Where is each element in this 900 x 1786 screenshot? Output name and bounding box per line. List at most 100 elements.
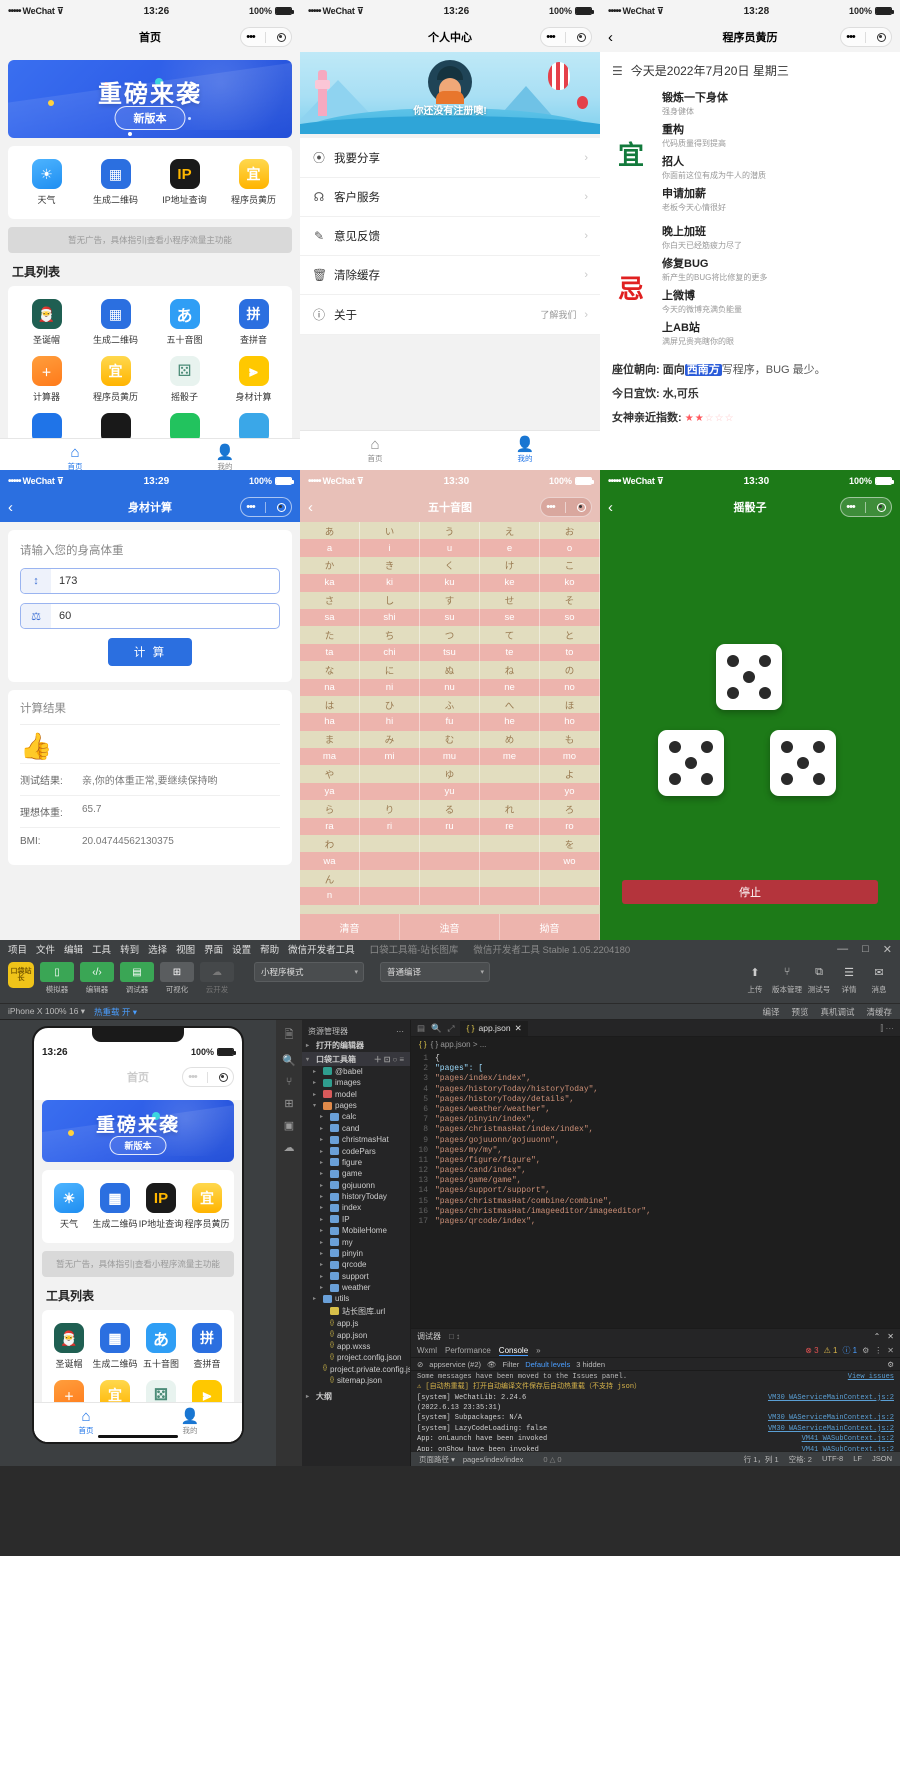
kana-cell[interactable]: ち [360, 626, 420, 643]
menu-item-clear-cache[interactable]: 🗑清除缓存› [300, 256, 600, 295]
kana-cell[interactable]: wo [540, 852, 600, 869]
chevron-right-icon[interactable]: ▸ [320, 1261, 327, 1268]
quick-item-weather[interactable]: ☀天气 [12, 154, 81, 211]
capsule-menu[interactable]: ••• [540, 27, 592, 47]
kana-cell[interactable]: u [420, 539, 480, 556]
kana-cell[interactable]: chi [360, 644, 420, 661]
compile-select[interactable]: 普通编译 [380, 962, 490, 982]
kana-cell[interactable]: む [420, 731, 480, 748]
chevron-right-icon[interactable]: ▸ [320, 1239, 327, 1246]
kana-cell[interactable]: え [480, 522, 540, 539]
menu-item-about[interactable]: ⓘ关于了解我们› [300, 295, 600, 335]
encoding[interactable]: UTF-8 [822, 1454, 843, 1465]
back-button[interactable]: ‹ [308, 500, 313, 515]
cursor-position[interactable]: 行 1，列 1 [744, 1454, 779, 1465]
chevron-right-icon[interactable]: ▸ [320, 1273, 327, 1280]
menu-devtools[interactable]: 微信开发者工具 [288, 942, 355, 956]
kana-cell[interactable]: su [420, 609, 480, 626]
kana-tab-yoon[interactable]: 拗音 [500, 914, 600, 940]
kana-cell[interactable]: i [360, 539, 420, 556]
kana-cell[interactable]: ほ [540, 696, 600, 713]
kana-cell[interactable]: わ [300, 835, 360, 852]
more-icon[interactable]: ··· [396, 1027, 404, 1036]
tree-file[interactable]: {}sitemap.json [302, 1375, 410, 1386]
close-target-icon[interactable] [277, 33, 286, 42]
kana-cell[interactable]: ふ [420, 696, 480, 713]
kana-cell[interactable]: く [420, 557, 480, 574]
kana-cell[interactable]: sa [300, 609, 360, 626]
kana-cell[interactable] [480, 783, 540, 800]
kana-cell[interactable] [480, 765, 540, 782]
kana-cell[interactable]: ろ [540, 800, 600, 817]
language-mode[interactable]: JSON [872, 1454, 892, 1465]
more-icon[interactable]: ⋮ [874, 1346, 882, 1355]
kana-cell[interactable]: か [300, 557, 360, 574]
kana-cell[interactable]: te [480, 644, 540, 661]
message-source[interactable]: View issues [848, 1372, 894, 1382]
kana-cell[interactable]: ha [300, 713, 360, 730]
capsule-menu[interactable]: ••• [840, 27, 892, 47]
more-icon[interactable]: ••• [546, 32, 555, 43]
promo-banner[interactable]: 重磅来袭 新版本 [42, 1100, 234, 1162]
kana-cell[interactable]: ni [360, 679, 420, 696]
kana-cell[interactable]: り [360, 800, 420, 817]
kana-cell[interactable]: の [540, 661, 600, 678]
tool-item-calendar[interactable]: 宜程序员黄历 [81, 351, 150, 408]
upload-action[interactable]: ⬆上传 [742, 962, 768, 995]
kana-cell[interactable]: hi [360, 713, 420, 730]
kana-cell[interactable]: て [480, 626, 540, 643]
kana-cell[interactable]: so [540, 609, 600, 626]
kana-cell[interactable]: よ [540, 765, 600, 782]
quick-item-qrcode[interactable]: ▦生成二维码 [81, 154, 150, 211]
line-ending[interactable]: LF [853, 1454, 862, 1465]
close-target-icon[interactable] [219, 1073, 228, 1082]
capsule-menu[interactable]: ••• [540, 497, 592, 517]
clear-icon[interactable]: ⊘ [417, 1360, 423, 1369]
kana-cell[interactable]: se [480, 609, 540, 626]
tree-folder[interactable]: ▸historyToday [302, 1191, 410, 1202]
close-target-icon[interactable] [577, 503, 586, 512]
kana-cell[interactable]: he [480, 713, 540, 730]
tree-folder[interactable]: ▸figure [302, 1157, 410, 1168]
message-source[interactable]: VM41 WASubContext.js:2 [802, 1434, 894, 1444]
chevron-right-icon[interactable]: ▸ [320, 1159, 327, 1166]
toolbar-debugger[interactable]: ▤调试器 [120, 962, 154, 995]
menu-file[interactable]: 文件 [36, 942, 55, 956]
minimize-button[interactable]: — [837, 943, 848, 956]
close-target-icon[interactable] [877, 503, 886, 512]
close-icon[interactable]: ✕ [887, 1332, 894, 1341]
kana-cell[interactable]: na [300, 679, 360, 696]
close-button[interactable]: ✕ [883, 943, 892, 956]
kana-cell[interactable]: me [480, 748, 540, 765]
tree-file[interactable]: {}app.json [302, 1329, 410, 1340]
back-button[interactable]: ‹ [8, 500, 13, 515]
kana-cell[interactable]: も [540, 731, 600, 748]
kana-cell[interactable]: fu [420, 713, 480, 730]
kana-cell[interactable]: は [300, 696, 360, 713]
kana-cell[interactable]: た [300, 626, 360, 643]
message-action[interactable]: ✉消息 [866, 962, 892, 995]
eye-icon[interactable]: 👁 [487, 1360, 497, 1369]
chevron-right-icon[interactable]: ▸ [320, 1250, 327, 1257]
tree-folder[interactable]: ▸@babel [302, 1066, 410, 1077]
chevron-right-icon[interactable]: ▸ [320, 1193, 327, 1200]
tool-item-santa[interactable]: 🎅圣诞帽 [46, 1318, 92, 1375]
menu-edit[interactable]: 编辑 [64, 942, 83, 956]
kana-cell[interactable] [360, 852, 420, 869]
kana-cell[interactable]: し [360, 592, 420, 609]
tree-folder[interactable]: ▸cand [302, 1123, 410, 1134]
tree-folder[interactable]: ▸model [302, 1089, 410, 1100]
kana-cell[interactable]: ku [420, 574, 480, 591]
tool-item-pinyin[interactable]: 拼查拼音 [219, 294, 288, 351]
kana-cell[interactable] [480, 870, 540, 887]
back-button[interactable]: ‹ [608, 500, 613, 515]
close-target-icon[interactable] [577, 33, 586, 42]
tree-folder[interactable]: ▸support [302, 1271, 410, 1282]
back-button[interactable]: ‹ [608, 30, 613, 45]
kana-cell[interactable] [480, 852, 540, 869]
kana-cell[interactable] [360, 887, 420, 904]
kana-cell[interactable]: つ [420, 626, 480, 643]
dice-3[interactable] [770, 730, 836, 796]
tool-item-pinyin[interactable]: 拼查拼音 [184, 1318, 230, 1375]
menu-item-service[interactable]: ☊客户服务› [300, 178, 600, 217]
